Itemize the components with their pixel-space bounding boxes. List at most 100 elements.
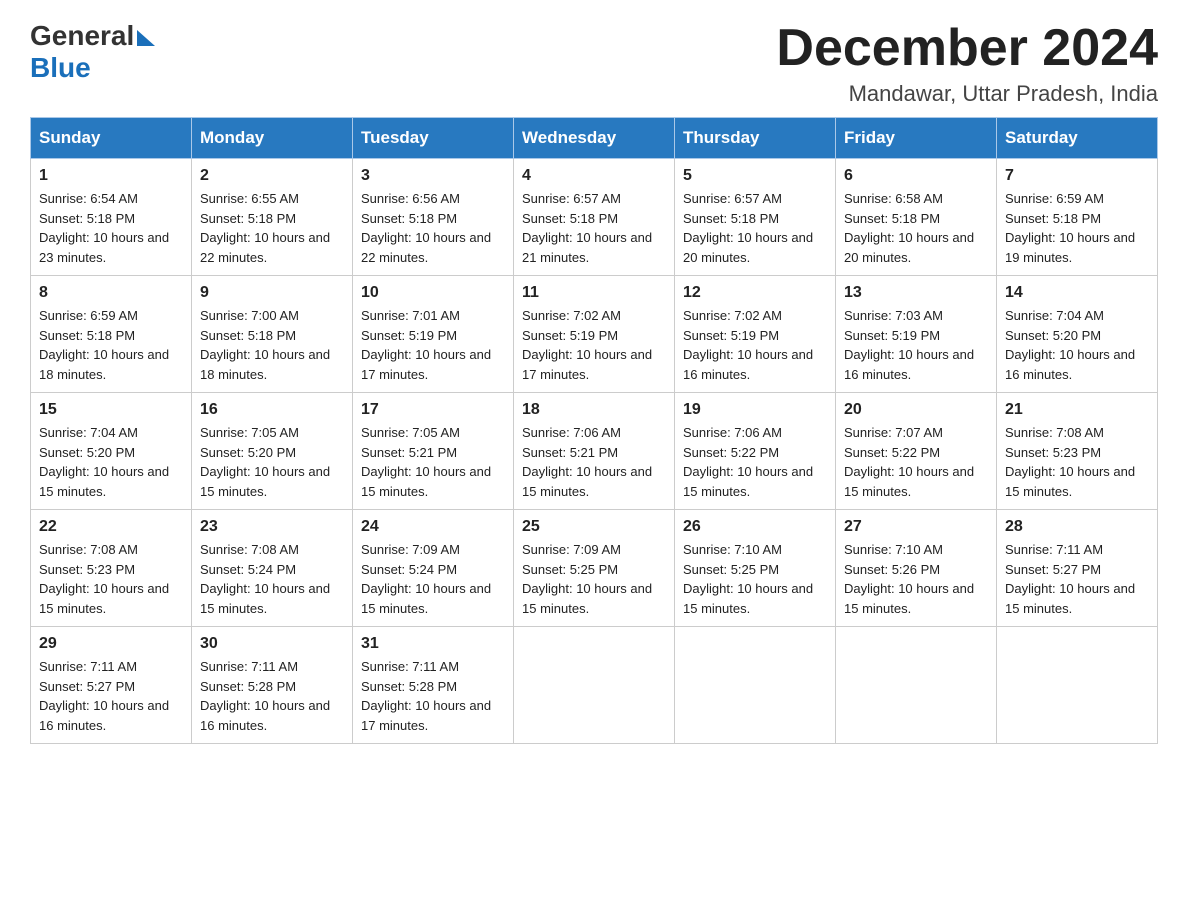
day-info: Sunrise: 6:57 AMSunset: 5:18 PMDaylight:… — [522, 189, 666, 267]
calendar-cell: 7Sunrise: 6:59 AMSunset: 5:18 PMDaylight… — [997, 159, 1158, 276]
day-info: Sunrise: 7:04 AMSunset: 5:20 PMDaylight:… — [39, 423, 183, 501]
day-info: Sunrise: 7:08 AMSunset: 5:23 PMDaylight:… — [1005, 423, 1149, 501]
logo-blue-text: Blue — [30, 52, 91, 84]
day-number: 11 — [522, 284, 666, 302]
logo-general-text: General — [30, 20, 134, 52]
day-number: 6 — [844, 167, 988, 185]
day-info: Sunrise: 7:02 AMSunset: 5:19 PMDaylight:… — [522, 306, 666, 384]
day-info: Sunrise: 7:06 AMSunset: 5:22 PMDaylight:… — [683, 423, 827, 501]
calendar-cell — [836, 627, 997, 744]
calendar-cell — [997, 627, 1158, 744]
day-info: Sunrise: 7:08 AMSunset: 5:24 PMDaylight:… — [200, 540, 344, 618]
day-number: 29 — [39, 635, 183, 653]
calendar-cell: 22Sunrise: 7:08 AMSunset: 5:23 PMDayligh… — [31, 510, 192, 627]
day-number: 23 — [200, 518, 344, 536]
header-saturday: Saturday — [997, 118, 1158, 159]
calendar-cell: 25Sunrise: 7:09 AMSunset: 5:25 PMDayligh… — [514, 510, 675, 627]
calendar-week-row: 8 Sunrise: 6:59 AMSunset: 5:18 PMDaylight… — [31, 276, 1158, 393]
calendar-cell: 3 Sunrise: 6:56 AMSunset: 5:18 PMDaylight… — [353, 159, 514, 276]
calendar-cell: 9Sunrise: 7:00 AMSunset: 5:18 PMDaylight… — [192, 276, 353, 393]
header-thursday: Thursday — [675, 118, 836, 159]
location-text: Mandawar, Uttar Pradesh, India — [776, 81, 1158, 107]
day-number: 14 — [1005, 284, 1149, 302]
header-monday: Monday — [192, 118, 353, 159]
calendar-cell: 18 Sunrise: 7:06 AMSunset: 5:21 PMDayligh… — [514, 393, 675, 510]
calendar-cell: 12 Sunrise: 7:02 AMSunset: 5:19 PMDayligh… — [675, 276, 836, 393]
page-header: General Blue December 2024 Mandawar, Utt… — [30, 20, 1158, 107]
calendar-cell: 29 Sunrise: 7:11 AMSunset: 5:27 PMDayligh… — [31, 627, 192, 744]
calendar-cell: 19 Sunrise: 7:06 AMSunset: 5:22 PMDayligh… — [675, 393, 836, 510]
day-info: Sunrise: 7:11 AMSunset: 5:27 PMDaylight:… — [39, 657, 183, 735]
day-info: Sunrise: 6:55 AMSunset: 5:18 PMDaylight:… — [200, 189, 344, 267]
calendar-cell: 28 Sunrise: 7:11 AMSunset: 5:27 PMDayligh… — [997, 510, 1158, 627]
day-number: 13 — [844, 284, 988, 302]
day-number: 31 — [361, 635, 505, 653]
calendar-cell: 13 Sunrise: 7:03 AMSunset: 5:19 PMDayligh… — [836, 276, 997, 393]
calendar-cell: 1 Sunrise: 6:54 AMSunset: 5:18 PMDaylight… — [31, 159, 192, 276]
day-number: 18 — [522, 401, 666, 419]
calendar-cell: 21 Sunrise: 7:08 AMSunset: 5:23 PMDayligh… — [997, 393, 1158, 510]
header-sunday: Sunday — [31, 118, 192, 159]
calendar-cell: 24Sunrise: 7:09 AMSunset: 5:24 PMDayligh… — [353, 510, 514, 627]
day-info: Sunrise: 7:10 AMSunset: 5:26 PMDaylight:… — [844, 540, 988, 618]
day-info: Sunrise: 7:04 AMSunset: 5:20 PMDaylight:… — [1005, 306, 1149, 384]
day-info: Sunrise: 7:07 AMSunset: 5:22 PMDaylight:… — [844, 423, 988, 501]
day-number: 25 — [522, 518, 666, 536]
day-info: Sunrise: 6:57 AMSunset: 5:18 PMDaylight:… — [683, 189, 827, 267]
logo-triangle-icon — [137, 30, 155, 46]
calendar-week-row: 22Sunrise: 7:08 AMSunset: 5:23 PMDayligh… — [31, 510, 1158, 627]
calendar-cell — [675, 627, 836, 744]
day-number: 30 — [200, 635, 344, 653]
day-number: 4 — [522, 167, 666, 185]
header-friday: Friday — [836, 118, 997, 159]
calendar-cell: 23 Sunrise: 7:08 AMSunset: 5:24 PMDayligh… — [192, 510, 353, 627]
calendar-cell: 4 Sunrise: 6:57 AMSunset: 5:18 PMDaylight… — [514, 159, 675, 276]
day-number: 28 — [1005, 518, 1149, 536]
day-info: Sunrise: 7:06 AMSunset: 5:21 PMDaylight:… — [522, 423, 666, 501]
day-info: Sunrise: 7:03 AMSunset: 5:19 PMDaylight:… — [844, 306, 988, 384]
day-number: 16 — [200, 401, 344, 419]
day-number: 24 — [361, 518, 505, 536]
day-number: 19 — [683, 401, 827, 419]
day-number: 22 — [39, 518, 183, 536]
day-info: Sunrise: 7:11 AMSunset: 5:28 PMDaylight:… — [200, 657, 344, 735]
day-number: 15 — [39, 401, 183, 419]
day-number: 9 — [200, 284, 344, 302]
day-info: Sunrise: 6:56 AMSunset: 5:18 PMDaylight:… — [361, 189, 505, 267]
calendar-cell: 10 Sunrise: 7:01 AMSunset: 5:19 PMDayligh… — [353, 276, 514, 393]
calendar-cell: 5Sunrise: 6:57 AMSunset: 5:18 PMDaylight… — [675, 159, 836, 276]
day-info: Sunrise: 6:59 AMSunset: 5:18 PMDaylight:… — [39, 306, 183, 384]
day-number: 2 — [200, 167, 344, 185]
title-section: December 2024 Mandawar, Uttar Pradesh, I… — [776, 20, 1158, 107]
day-number: 1 — [39, 167, 183, 185]
calendar-week-row: 29 Sunrise: 7:11 AMSunset: 5:27 PMDayligh… — [31, 627, 1158, 744]
day-info: Sunrise: 7:01 AMSunset: 5:19 PMDaylight:… — [361, 306, 505, 384]
calendar-week-row: 15 Sunrise: 7:04 AMSunset: 5:20 PMDayligh… — [31, 393, 1158, 510]
calendar-cell: 14 Sunrise: 7:04 AMSunset: 5:20 PMDayligh… — [997, 276, 1158, 393]
day-info: Sunrise: 6:54 AMSunset: 5:18 PMDaylight:… — [39, 189, 183, 267]
calendar-cell: 6 Sunrise: 6:58 AMSunset: 5:18 PMDaylight… — [836, 159, 997, 276]
day-number: 8 — [39, 284, 183, 302]
day-info: Sunrise: 7:11 AMSunset: 5:27 PMDaylight:… — [1005, 540, 1149, 618]
day-number: 20 — [844, 401, 988, 419]
calendar-cell: 17Sunrise: 7:05 AMSunset: 5:21 PMDayligh… — [353, 393, 514, 510]
day-info: Sunrise: 6:59 AMSunset: 5:18 PMDaylight:… — [1005, 189, 1149, 267]
day-info: Sunrise: 7:11 AMSunset: 5:28 PMDaylight:… — [361, 657, 505, 735]
calendar-cell: 8 Sunrise: 6:59 AMSunset: 5:18 PMDaylight… — [31, 276, 192, 393]
calendar-cell: 11 Sunrise: 7:02 AMSunset: 5:19 PMDayligh… — [514, 276, 675, 393]
calendar-cell: 16Sunrise: 7:05 AMSunset: 5:20 PMDayligh… — [192, 393, 353, 510]
day-number: 21 — [1005, 401, 1149, 419]
day-info: Sunrise: 6:58 AMSunset: 5:18 PMDaylight:… — [844, 189, 988, 267]
calendar-cell: 15 Sunrise: 7:04 AMSunset: 5:20 PMDayligh… — [31, 393, 192, 510]
calendar-cell: 27Sunrise: 7:10 AMSunset: 5:26 PMDayligh… — [836, 510, 997, 627]
day-number: 12 — [683, 284, 827, 302]
day-number: 17 — [361, 401, 505, 419]
calendar-header-row: SundayMondayTuesdayWednesdayThursdayFrid… — [31, 118, 1158, 159]
day-number: 26 — [683, 518, 827, 536]
header-wednesday: Wednesday — [514, 118, 675, 159]
day-number: 10 — [361, 284, 505, 302]
calendar-cell: 2 Sunrise: 6:55 AMSunset: 5:18 PMDaylight… — [192, 159, 353, 276]
day-number: 3 — [361, 167, 505, 185]
calendar-cell: 20 Sunrise: 7:07 AMSunset: 5:22 PMDayligh… — [836, 393, 997, 510]
day-info: Sunrise: 7:02 AMSunset: 5:19 PMDaylight:… — [683, 306, 827, 384]
